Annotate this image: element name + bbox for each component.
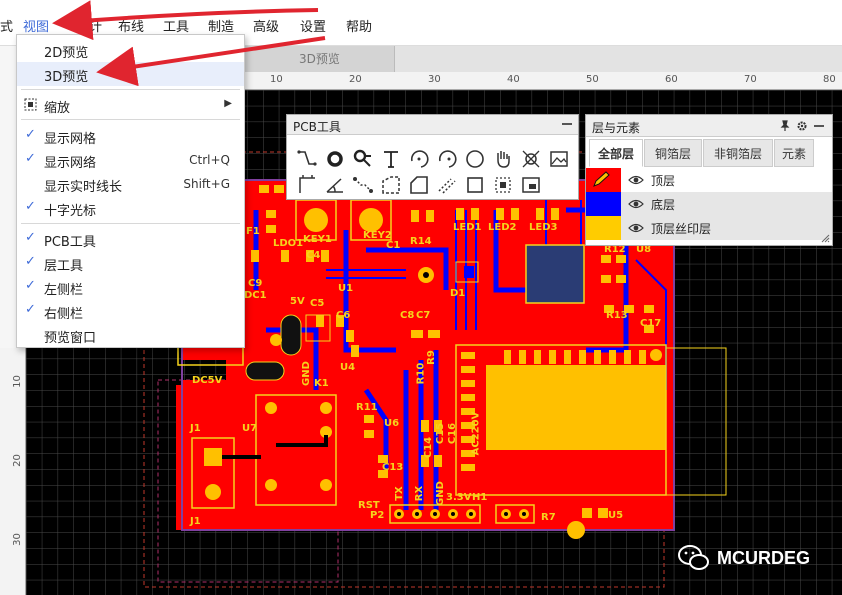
- watermark-text: MCURDEG: [717, 548, 810, 568]
- watermark: MCURDEG: [677, 543, 810, 573]
- annotation-arrows: [52, 0, 326, 87]
- wechat-icon: [678, 545, 709, 570]
